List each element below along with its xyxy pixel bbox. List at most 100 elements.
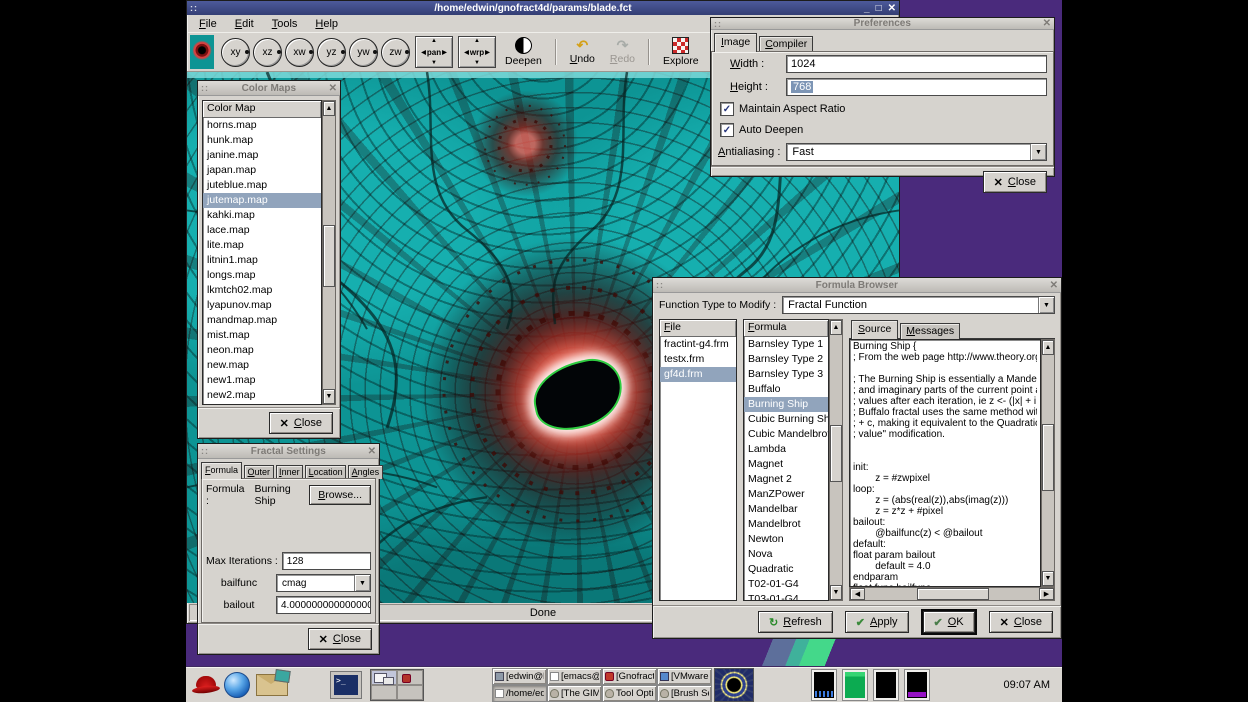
taskbar-window-button[interactable]: [The GIMI [547,685,602,702]
formula-item[interactable]: Lambda [744,442,828,457]
color-map-item[interactable]: kahki.map [203,208,321,223]
formula-list-scrollbar[interactable]: ▲ ▼ [829,319,843,601]
formula-item[interactable]: ManZPower [744,487,828,502]
workspace-3[interactable] [371,685,397,700]
formula-item[interactable]: Burning Ship [744,397,828,412]
color-map-item[interactable]: horns.map [203,118,321,133]
fractal-preview-icon[interactable] [190,35,214,69]
warp-right-icon[interactable]: ▶ [485,49,490,56]
close-icon[interactable]: ✕ [1043,18,1051,29]
height-input[interactable]: 768 [786,78,1047,96]
close-icon[interactable]: ✕ [1050,280,1058,291]
formula-item[interactable]: Cubic Mandelbrot [744,427,828,442]
tab[interactable]: Compiler [759,36,813,52]
formula-item[interactable]: Barnsley Type 2 [744,352,828,367]
bailout-input[interactable]: 4.0000000000000000 [276,596,371,614]
color-map-item[interactable]: lite.map [203,238,321,253]
main-menu-button[interactable] [192,673,220,697]
taskbar-window-button[interactable]: Tool Optic [602,685,657,702]
browse-button[interactable]: Browse... [309,485,371,505]
formula-item[interactable]: Barnsley Type 1 [744,337,828,352]
warp-left-icon[interactable]: ◀ [464,49,469,56]
explore-button[interactable]: Explore [657,37,705,67]
max-iterations-input[interactable]: 128 [282,552,371,570]
color-map-item[interactable]: neon.map [203,343,321,358]
fractal-thumbnail-applet[interactable] [714,668,754,702]
antialiasing-combo[interactable]: Fast ▼ [786,143,1047,161]
color-map-item[interactable]: new1.map [203,373,321,388]
scroll-down-icon[interactable]: ▼ [323,389,335,404]
function-type-combo[interactable]: Fractal Function ▼ [782,296,1055,314]
pan-down-icon[interactable]: ▼ [431,60,437,66]
file-item[interactable]: gf4d.frm [660,367,736,382]
rotation-button[interactable]: yw [349,38,378,67]
taskbar-window-button[interactable]: [Gnofract4 [602,668,657,685]
warp-widget[interactable]: ▲ ◀ wrp ▶ ▼ [458,36,496,68]
ok-button[interactable]: ✔ OK [923,611,975,633]
formula-item[interactable]: Cubic Burning Ship [744,412,828,427]
tab[interactable]: Outer [244,465,274,479]
source-v-scrollbar[interactable]: ▲ ▼ [1041,339,1055,587]
tab[interactable]: Messages [900,323,960,339]
formula-item[interactable]: Newton [744,532,828,547]
color-map-item[interactable]: mandmap.map [203,313,321,328]
scrollbar-thumb[interactable] [917,588,989,600]
color-map-item[interactable]: mist.map [203,328,321,343]
refresh-button[interactable]: ↻ Refresh [758,611,833,633]
pan-up-icon[interactable]: ▲ [431,38,437,44]
scrollbar-thumb[interactable] [323,225,335,287]
close-icon[interactable]: ✕ [888,3,896,14]
color-map-item[interactable]: japan.map [203,163,321,178]
close-icon[interactable]: ✕ [368,446,376,457]
deepen-button[interactable]: Deepen [499,37,548,67]
color-map-scrollbar[interactable]: ▲ ▼ [322,100,336,405]
file-item[interactable]: testx.frm [660,352,736,367]
close-button[interactable]: ✕ Close [983,171,1047,193]
pan-widget[interactable]: ▲ ◀ pan ▶ ▼ [415,36,453,68]
formula-item[interactable]: Buffalo [744,382,828,397]
color-map-item[interactable]: new2.map [203,388,321,403]
color-map-item[interactable]: new.map [203,358,321,373]
tab[interactable]: Formula [201,462,242,479]
color-map-list-header[interactable]: Color Map [203,101,321,118]
color-map-item[interactable]: litnin1.map [203,253,321,268]
memory-monitor-applet[interactable] [843,670,867,700]
scroll-up-icon[interactable]: ▲ [830,320,842,335]
formula-list-header[interactable]: Formula [744,320,828,337]
tab[interactable]: Image [714,33,757,52]
close-button[interactable]: ✕ Close [989,611,1053,633]
file-item[interactable]: fractint-g4.frm [660,337,736,352]
tab[interactable]: Angles [348,465,383,479]
pan-left-icon[interactable]: ◀ [421,49,426,56]
formula-item[interactable]: Quadratic [744,562,828,577]
main-titlebar[interactable]: :: /home/edwin/gnofract4d/params/blade.f… [187,1,899,15]
workspace-2[interactable] [397,670,423,685]
menu-item[interactable]: Edit [227,17,262,31]
apply-button[interactable]: ✔ Apply [845,611,909,633]
warp-up-icon[interactable]: ▲ [474,38,480,44]
scroll-left-icon[interactable]: ◀ [850,588,865,600]
rotation-button[interactable]: xz [253,38,282,67]
undo-button[interactable]: ↶ Undo [564,39,601,65]
formula-item[interactable]: T02-01-G4 [744,577,828,592]
width-input[interactable]: 1024 [786,55,1047,73]
preferences-titlebar[interactable]: :: Preferences ✕ [711,18,1054,30]
workspace-1[interactable] [371,670,397,685]
taskbar-window-button[interactable]: [edwin@lc [492,668,547,685]
close-button[interactable]: ✕ Close [308,628,372,650]
email-icon[interactable] [256,674,288,696]
maximize-icon[interactable]: □ [876,3,882,14]
formula-item[interactable]: Mandelbrot [744,517,828,532]
color-map-item[interactable]: longs.map [203,268,321,283]
chevron-down-icon[interactable]: ▼ [354,575,370,591]
source-h-scrollbar[interactable]: ◀ ▶ [849,587,1055,601]
terminal-launcher-icon[interactable]: >_ [330,671,362,699]
tab[interactable]: Location [305,465,346,479]
color-map-item[interactable]: lace.map [203,223,321,238]
menu-item[interactable]: Help [307,17,346,31]
maintain-aspect-checkbox[interactable]: ✓ Maintain Aspect Ratio [720,102,1047,116]
redo-button[interactable]: ↷ Redo [604,39,641,65]
rotation-button[interactable]: yz [317,38,346,67]
rotation-button[interactable]: xy [221,38,250,67]
scroll-up-icon[interactable]: ▲ [1042,340,1054,355]
